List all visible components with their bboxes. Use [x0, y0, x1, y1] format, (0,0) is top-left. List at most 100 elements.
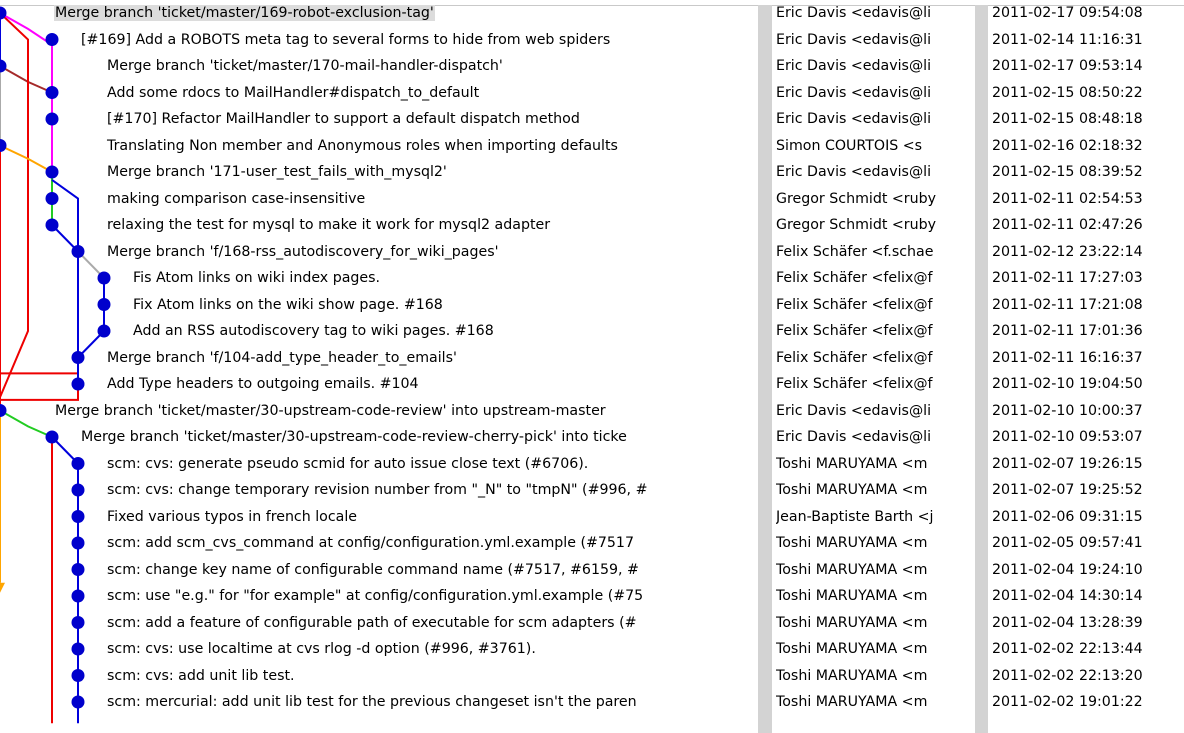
commit-date: 2011-02-17 09:54:08 [992, 5, 1143, 21]
commit-row[interactable]: Add an RSS autodiscovery tag to wiki pag… [0, 318, 1184, 344]
commit-row[interactable]: Fix Atom links on the wiki show page. #1… [0, 292, 1184, 318]
commit-subject: Merge branch 'ticket/master/30-upstream-… [54, 398, 758, 424]
commit-row[interactable]: [#169] Add a ROBOTS meta tag to several … [0, 27, 1184, 53]
commit-author: Eric Davis <edavis@li [776, 111, 932, 127]
commit-author: Eric Davis <edavis@li [776, 429, 932, 445]
commit-author: Jean-Baptiste Barth <j [776, 508, 934, 525]
commit-author: Toshi MARUYAMA <m [776, 641, 928, 657]
commit-subject-text: making comparison case-insensitive [107, 190, 366, 207]
commit-date: 2011-02-10 09:53:07 [992, 429, 1143, 445]
commit-date: 2011-02-05 09:57:41 [992, 535, 1143, 551]
commit-subject-text: Merge branch 'f/168-rss_autodiscovery_fo… [107, 243, 499, 260]
commit-author: Toshi MARUYAMA <m [776, 588, 928, 604]
commit-subject: scm: mercurial: add unit lib test for th… [106, 689, 758, 715]
commit-subject: scm: cvs: add unit lib test. [106, 663, 758, 689]
commit-date: 2011-02-10 10:00:37 [992, 402, 1143, 419]
commit-author: Felix Schäfer <felix@f [776, 323, 933, 339]
commit-row[interactable]: Merge branch 'ticket/master/169-robot-ex… [0, 0, 1184, 26]
commit-subject-text: scm: change key name of configurable com… [107, 561, 639, 578]
commit-subject-text: scm: add scm_cvs_command at config/confi… [107, 535, 634, 551]
commit-row[interactable]: Merge branch 'ticket/master/170-mail-han… [0, 53, 1184, 79]
commit-subject: Merge branch 'ticket/master/169-robot-ex… [54, 0, 758, 26]
commit-date: 2011-02-12 23:22:14 [992, 243, 1143, 260]
commit-row[interactable]: Fis Atom links on wiki index pages. Felix… [0, 265, 1184, 291]
commit-subject: scm: use "e.g." for "for example" at con… [106, 583, 758, 609]
commit-row[interactable]: Add some rdocs to MailHandler#dispatch_t… [0, 80, 1184, 106]
commit-subject-text: [#170] Refactor MailHandler to support a… [107, 111, 580, 127]
commit-subject: scm: add scm_cvs_command at config/confi… [106, 530, 758, 556]
commit-date: 2011-02-10 19:04:50 [992, 376, 1143, 392]
commit-author: Felix Schäfer <felix@f [776, 376, 933, 392]
commit-author: Gregor Schmidt <ruby [776, 190, 937, 207]
commit-date: 2011-02-15 08:50:22 [992, 84, 1143, 101]
commit-row[interactable]: scm: add scm_cvs_command at config/confi… [0, 530, 1184, 556]
commit-author: Toshi MARUYAMA <m [776, 667, 928, 684]
commit-subject-text: scm: add a feature of configurable path … [107, 614, 637, 631]
commit-subject-text: Fix Atom links on the wiki show page. #1… [133, 296, 443, 313]
commit-subject: scm: add a feature of configurable path … [106, 610, 758, 636]
commit-subject-text: scm: cvs: generate pseudo scmid for auto… [107, 455, 589, 472]
commit-date: 2011-02-14 11:16:31 [992, 31, 1143, 48]
commit-subject-text: Merge branch 'ticket/master/170-mail-han… [107, 58, 503, 74]
commit-row[interactable]: Merge branch 'f/104-add_type_header_to_e… [0, 345, 1184, 371]
commit-subject-text: Merge branch '171-user_test_fails_with_m… [107, 164, 447, 180]
commit-row[interactable]: Merge branch '171-user_test_fails_with_m… [0, 159, 1184, 185]
commit-author: Eric Davis <edavis@li [776, 31, 932, 48]
commit-row[interactable]: making comparison case-insensitive Gregor… [0, 186, 1184, 212]
commit-row[interactable]: relaxing the test for mysql to make it w… [0, 212, 1184, 238]
commit-subject: Translating Non member and Anonymous rol… [106, 133, 758, 159]
commit-subject-text: Translating Non member and Anonymous rol… [107, 137, 618, 154]
commit-date: 2011-02-02 22:13:20 [992, 667, 1143, 684]
commit-row[interactable]: scm: cvs: add unit lib test. Toshi MARUYA… [0, 663, 1184, 689]
commit-author: Simon COURTOIS <s [776, 137, 923, 154]
commit-subject-text: scm: cvs: use localtime at cvs rlog -d o… [107, 641, 536, 657]
commit-author: Toshi MARUYAMA <m [776, 614, 928, 631]
commit-row[interactable]: Merge branch 'ticket/master/30-upstream-… [0, 424, 1184, 450]
commit-author: Eric Davis <edavis@li [776, 58, 932, 74]
commit-date: 2011-02-11 02:47:26 [992, 217, 1143, 233]
commit-row[interactable]: scm: use "e.g." for "for example" at con… [0, 583, 1184, 609]
commit-author: Toshi MARUYAMA <m [776, 561, 928, 578]
commit-subject: [#169] Add a ROBOTS meta tag to several … [80, 27, 758, 53]
commit-date: 2011-02-06 09:31:15 [992, 508, 1143, 525]
commit-row[interactable]: [#170] Refactor MailHandler to support a… [0, 106, 1184, 132]
commit-subject: Fix Atom links on the wiki show page. #1… [132, 292, 758, 318]
commit-subject-text: scm: cvs: add unit lib test. [107, 667, 295, 684]
commit-author: Felix Schäfer <felix@f [776, 349, 933, 366]
commit-date: 2011-02-16 02:18:32 [992, 137, 1143, 154]
commit-subject: Fis Atom links on wiki index pages. [132, 265, 758, 291]
commit-subject: relaxing the test for mysql to make it w… [106, 212, 758, 238]
commit-date: 2011-02-11 17:21:08 [992, 296, 1143, 313]
commit-subject: Merge branch '171-user_test_fails_with_m… [106, 159, 758, 185]
commit-subject: making comparison case-insensitive [106, 186, 758, 212]
commit-subject-text: Fis Atom links on wiki index pages. [133, 270, 381, 286]
commit-author: Toshi MARUYAMA <m [776, 455, 928, 472]
commit-row[interactable]: Merge branch 'f/168-rss_autodiscovery_fo… [0, 239, 1184, 265]
commit-subject: scm: change key name of configurable com… [106, 557, 758, 583]
commit-row[interactable]: scm: cvs: use localtime at cvs rlog -d o… [0, 636, 1184, 662]
commit-row[interactable]: scm: mercurial: add unit lib test for th… [0, 689, 1184, 715]
commit-subject-text: Merge branch 'ticket/master/30-upstream-… [55, 402, 606, 419]
commit-author: Eric Davis <edavis@li [776, 164, 932, 180]
commit-date: 2011-02-02 19:01:22 [992, 694, 1143, 710]
commit-row[interactable]: Translating Non member and Anonymous rol… [0, 133, 1184, 159]
commit-date: 2011-02-17 09:53:14 [992, 58, 1143, 74]
commit-row[interactable]: scm: add a feature of configurable path … [0, 610, 1184, 636]
commit-author: Felix Schäfer <felix@f [776, 296, 933, 313]
commit-subject: Merge branch 'f/168-rss_autodiscovery_fo… [106, 239, 758, 265]
commit-subject: Merge branch 'f/104-add_type_header_to_e… [106, 345, 758, 371]
commit-row[interactable]: scm: cvs: generate pseudo scmid for auto… [0, 451, 1184, 477]
commit-author: Eric Davis <edavis@li [776, 84, 932, 101]
commit-author: Eric Davis <edavis@li [776, 5, 932, 21]
commit-row[interactable]: scm: change key name of configurable com… [0, 557, 1184, 583]
commit-date: 2011-02-02 22:13:44 [992, 641, 1143, 657]
commit-row[interactable]: Fixed various typos in french locale Jean… [0, 504, 1184, 530]
commit-subject: Merge branch 'ticket/master/170-mail-han… [106, 53, 758, 79]
commit-subject: Fixed various typos in french locale [106, 504, 758, 530]
commit-row[interactable]: Add Type headers to outgoing emails. #10… [0, 371, 1184, 397]
commit-row[interactable]: Merge branch 'ticket/master/30-upstream-… [0, 398, 1184, 424]
commit-row[interactable]: scm: cvs: change temporary revision numb… [0, 477, 1184, 503]
commit-date: 2011-02-07 19:26:15 [992, 455, 1143, 472]
commit-author: Toshi MARUYAMA <m [776, 535, 928, 551]
commit-author: Toshi MARUYAMA <m [776, 482, 928, 498]
